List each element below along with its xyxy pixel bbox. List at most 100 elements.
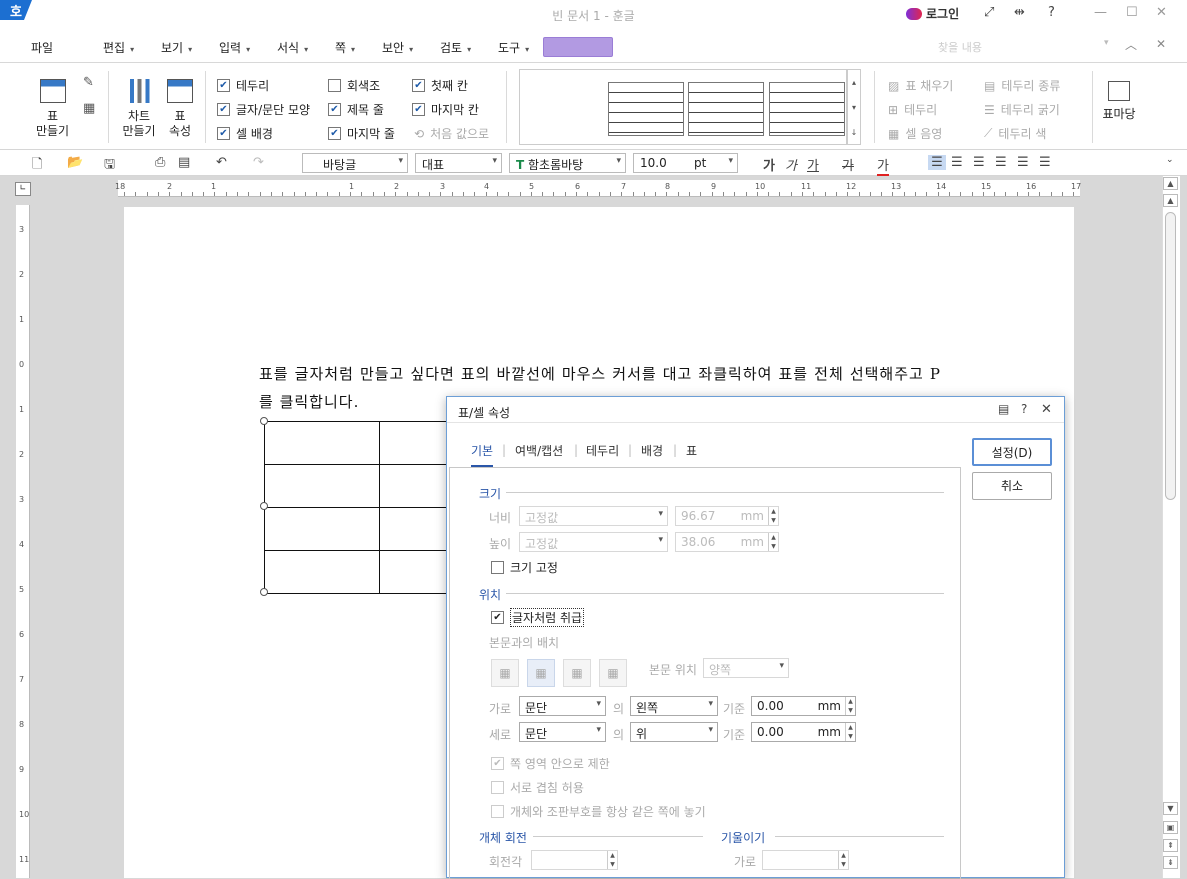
wrap-front-icon[interactable]: ▦ bbox=[599, 659, 627, 687]
table-fill-button[interactable]: ▨ 표 채우기 bbox=[888, 77, 953, 94]
align-right-icon[interactable]: ☰ bbox=[995, 155, 1007, 170]
collapse-ribbon-icon[interactable]: ︿ bbox=[1125, 36, 1137, 53]
tab-margin-caption[interactable]: 여백/캡션 bbox=[515, 442, 563, 459]
horiz-offset-input[interactable]: 0.00 mm ▲ ▼ bbox=[751, 696, 856, 716]
distribute-icon[interactable]: ☰ bbox=[1017, 155, 1029, 170]
menu-format[interactable]: 서식 ▾ bbox=[277, 39, 308, 56]
menu-view[interactable]: 보기 ▾ bbox=[161, 39, 192, 56]
align-center-icon[interactable]: ☰ bbox=[973, 155, 985, 170]
login-button[interactable]: 로그인 bbox=[906, 5, 959, 22]
help-button[interactable]: ? bbox=[1048, 5, 1055, 20]
checkbox[interactable] bbox=[328, 79, 341, 92]
style-select[interactable]: 바탕글 bbox=[302, 153, 408, 173]
tab-background[interactable]: 배경 bbox=[641, 442, 663, 459]
page-view-icon[interactable]: ▣ bbox=[1163, 821, 1178, 834]
border-type-button[interactable]: ▤ 테두리 종류 bbox=[984, 77, 1060, 94]
menu-page[interactable]: 쪽 ▾ bbox=[335, 39, 355, 56]
table-cell[interactable] bbox=[264, 550, 380, 594]
checkbox[interactable]: ✔ bbox=[217, 127, 230, 140]
dialog-titlebar[interactable]: 표/셀 속성 ▤ ? ✕ bbox=[447, 397, 1064, 423]
table-handle[interactable] bbox=[260, 588, 268, 596]
body-pos-select[interactable]: 양쪽 bbox=[703, 658, 789, 678]
check-title-row[interactable]: ✔ 제목 줄 bbox=[328, 101, 384, 118]
cancel-button[interactable]: 취소 bbox=[972, 472, 1052, 500]
checkbox[interactable]: ✔ bbox=[412, 103, 425, 116]
treat-as-char-checkbox[interactable]: ✔ 글자처럼 취급 bbox=[491, 608, 585, 627]
style-grid-1[interactable] bbox=[608, 82, 684, 136]
horiz-align-select[interactable]: 왼쪽 bbox=[630, 696, 718, 716]
checkbox[interactable]: ✔ bbox=[217, 103, 230, 116]
prev-page-icon[interactable]: ⇞ bbox=[1163, 839, 1178, 852]
height-mode-select[interactable]: 고정값 bbox=[519, 532, 668, 552]
close-doc-icon[interactable]: ✕ bbox=[1156, 37, 1166, 51]
check-last-row[interactable]: ✔ 마지막 줄 bbox=[328, 125, 395, 142]
table-cell[interactable] bbox=[264, 464, 380, 508]
chart-make-button[interactable]: 차트 만들기 bbox=[118, 79, 160, 139]
checkbox[interactable]: ✔ bbox=[412, 79, 425, 92]
font-size-input[interactable]: 10.0 pt bbox=[633, 153, 738, 173]
font-color-button[interactable]: 가 bbox=[877, 155, 889, 176]
fix-size-checkbox[interactable]: 크기 고정 bbox=[491, 559, 558, 576]
align-left-icon[interactable]: ☰ bbox=[951, 155, 963, 170]
border-width-button[interactable]: ☰ 테두리 굵기 bbox=[984, 101, 1060, 118]
ruler-corner[interactable]: ∟ bbox=[15, 182, 31, 196]
checkbox[interactable]: ✔ bbox=[328, 103, 341, 116]
checkbox[interactable]: ✔ bbox=[217, 79, 230, 92]
minimize-icon[interactable]: — bbox=[1094, 5, 1107, 20]
maximize-icon[interactable]: ☐ bbox=[1126, 5, 1138, 20]
scroll-thumb[interactable] bbox=[1165, 212, 1176, 500]
horiz-ref-select[interactable]: 문단 bbox=[519, 696, 606, 716]
style-plain[interactable] bbox=[528, 82, 604, 136]
table-style-gallery[interactable] bbox=[519, 69, 847, 145]
table-cell[interactable] bbox=[264, 421, 380, 465]
comment-icon[interactable]: ▤ bbox=[998, 402, 1009, 416]
reset-default-button[interactable]: ⟲ 처음 값으로 bbox=[414, 125, 489, 142]
menu-insert[interactable]: 입력 ▾ bbox=[219, 39, 250, 56]
close-icon[interactable]: ✕ bbox=[1041, 402, 1052, 417]
style-grid-3[interactable] bbox=[769, 82, 845, 136]
save-icon[interactable]: 🖫 bbox=[104, 155, 115, 177]
width-input[interactable]: 96.67 mm ▲ ▼ bbox=[675, 506, 779, 526]
table-yard-button[interactable]: 표마당 bbox=[1100, 81, 1138, 122]
find-input[interactable]: 찾을 내용 bbox=[930, 36, 1120, 56]
check-border[interactable]: ✔ 테두리 bbox=[217, 77, 269, 94]
table-cell[interactable] bbox=[264, 507, 380, 551]
scroll-down-icon[interactable]: ▼ bbox=[1163, 802, 1178, 815]
open-icon[interactable]: 📂 bbox=[67, 155, 83, 170]
vert-offset-input[interactable]: 0.00 mm ▲ ▼ bbox=[751, 722, 856, 742]
bold-button[interactable]: 가 bbox=[763, 155, 775, 174]
wrap-behind-icon[interactable]: ▦ bbox=[563, 659, 591, 687]
menu-edit[interactable]: 편집 ▾ bbox=[103, 39, 134, 56]
table-props-button[interactable]: 표 속성 bbox=[163, 79, 197, 139]
fullscreen-icon[interactable]: ⤢ bbox=[984, 5, 994, 20]
eraser-icon[interactable]: ✎ bbox=[83, 75, 94, 90]
check-last-col[interactable]: ✔ 마지막 칸 bbox=[412, 101, 479, 118]
border-button[interactable]: ⊞ 테두리 bbox=[888, 101, 937, 118]
table-context-tabs[interactable] bbox=[543, 37, 613, 57]
scroll-up-icon[interactable]: ▲ bbox=[1163, 194, 1178, 207]
scroll-up-icon[interactable]: ▲ bbox=[1163, 177, 1178, 190]
tilt-input[interactable]: ▲ ▼ bbox=[762, 850, 849, 870]
ok-button[interactable]: 설정(D) bbox=[972, 438, 1052, 466]
tab-border[interactable]: 테두리 bbox=[586, 442, 619, 459]
vert-align-select[interactable]: 위 bbox=[630, 722, 718, 742]
print-icon[interactable]: ⎙ bbox=[155, 155, 165, 170]
split-view-icon[interactable]: ⇹ bbox=[1014, 5, 1025, 20]
menu-file[interactable]: 파일 bbox=[31, 39, 53, 56]
style-grid-2[interactable] bbox=[688, 82, 764, 136]
tab-basic[interactable]: 기본 bbox=[471, 442, 494, 467]
table-make-button[interactable]: 표 만들기 bbox=[30, 79, 75, 139]
undo-icon[interactable]: ↶ bbox=[216, 155, 227, 170]
check-char-para[interactable]: ✔ 글자/문단 모양 bbox=[217, 101, 310, 118]
underline-button[interactable]: 가 bbox=[807, 155, 819, 174]
check-grayscale[interactable]: 회색조 bbox=[328, 77, 380, 94]
font-select[interactable]: T 함초롬바탕 bbox=[509, 153, 626, 173]
italic-button[interactable]: 가 bbox=[785, 155, 797, 174]
tab-table[interactable]: 표 bbox=[686, 442, 697, 459]
horizontal-ruler[interactable]: 2 1 1 2 3 4 5 6 7 8 9 10 11 12 13 14 15 16 17 18 bbox=[115, 180, 1081, 197]
menu-review[interactable]: 검토 ▾ bbox=[440, 39, 471, 56]
table-handle[interactable] bbox=[260, 502, 268, 510]
wrap-square-icon[interactable]: ▦ bbox=[491, 659, 519, 687]
justify-icon[interactable]: ☰ bbox=[928, 155, 946, 170]
height-input[interactable]: 38.06 mm ▲ ▼ bbox=[675, 532, 779, 552]
